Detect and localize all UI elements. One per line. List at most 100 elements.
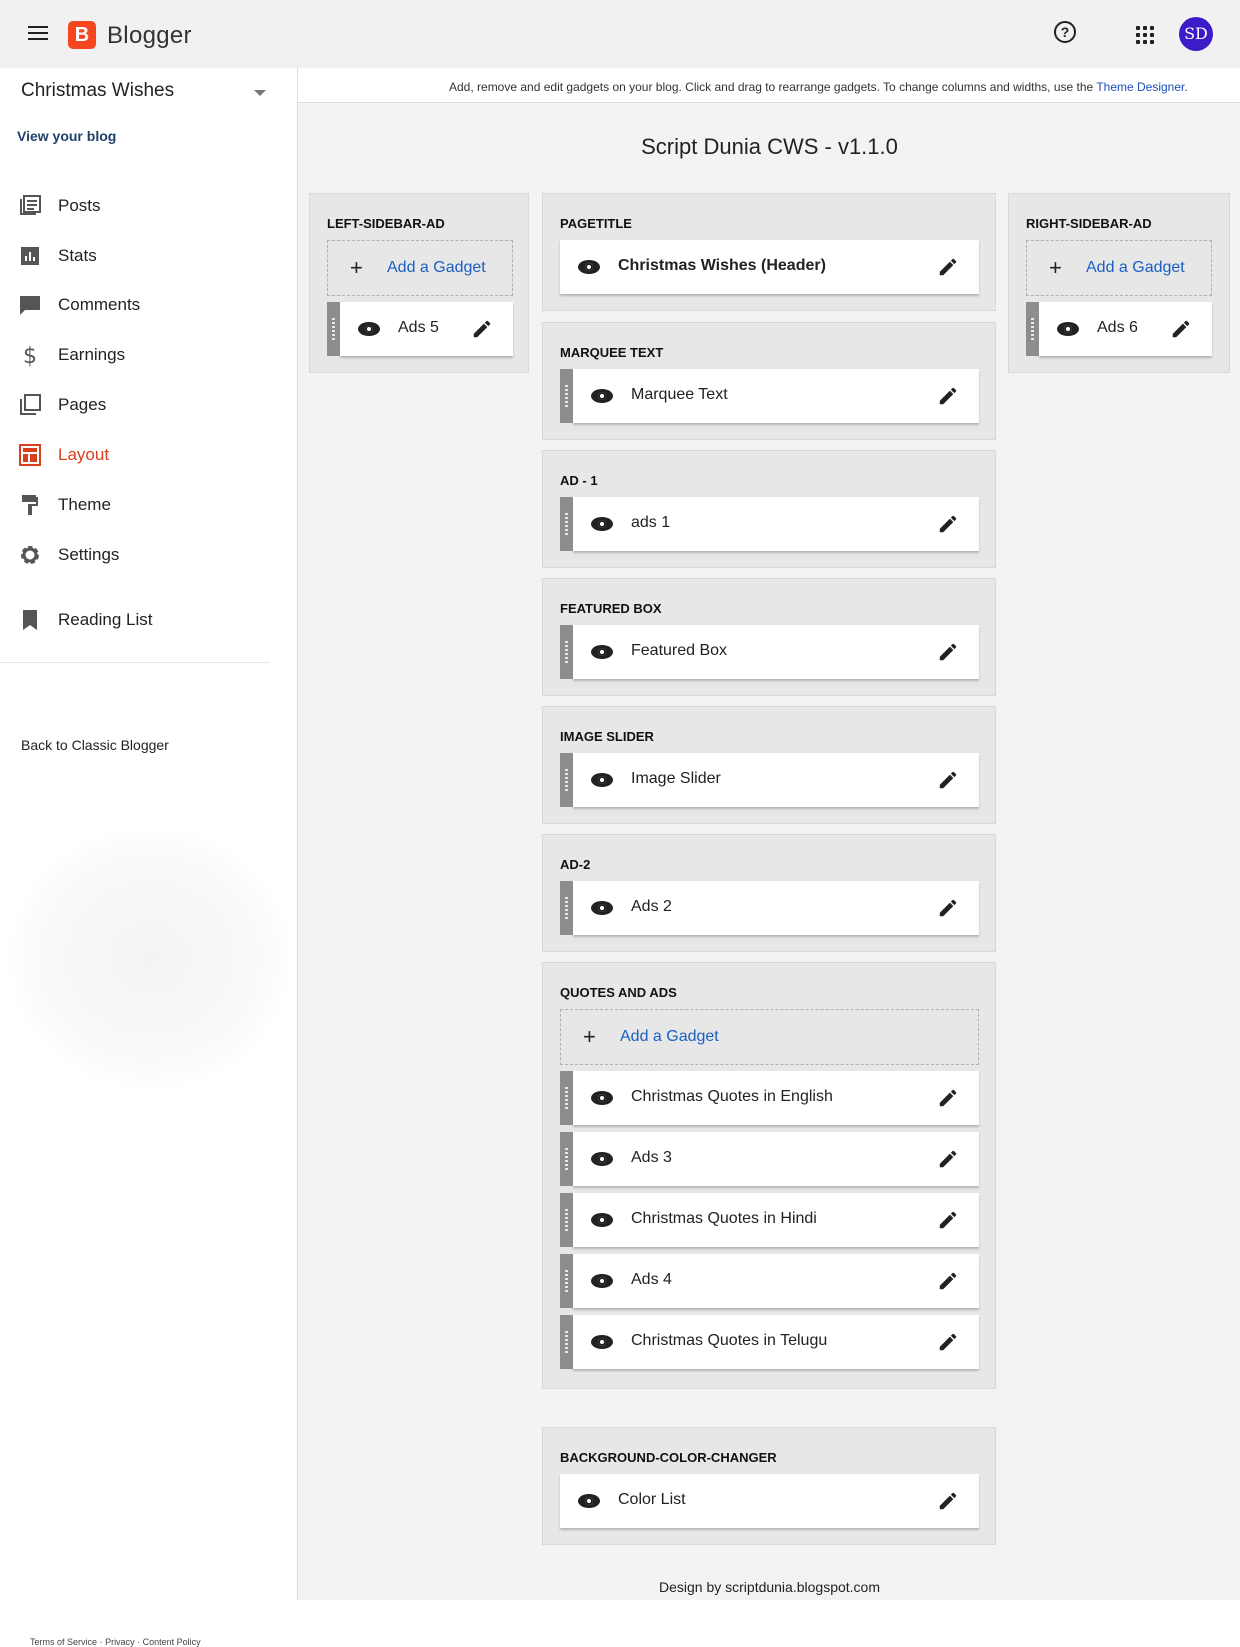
drag-handle[interactable] — [560, 1193, 573, 1247]
gadget-name: Ads 5 — [398, 319, 439, 336]
gadget-ads-5[interactable]: Ads 5 — [327, 302, 513, 356]
gadget-marquee-text[interactable]: Marquee Text — [560, 369, 979, 423]
gadget-image-slider[interactable]: Image Slider — [560, 753, 979, 807]
drag-handle[interactable] — [327, 302, 340, 356]
edit-pencil-icon[interactable] — [937, 256, 959, 278]
drag-handle[interactable] — [1026, 302, 1039, 356]
chevron-down-icon[interactable] — [254, 90, 266, 96]
privacy-link[interactable]: Privacy — [105, 1637, 135, 1647]
drag-handle[interactable] — [560, 881, 573, 935]
info-text: Add, remove and edit gadgets on your blo… — [449, 80, 1188, 94]
app-name[interactable]: Blogger — [107, 22, 192, 50]
plus-icon: + — [1049, 255, 1062, 280]
blogger-logo-icon[interactable]: B — [68, 21, 96, 49]
edit-pencil-icon[interactable] — [937, 385, 959, 407]
gadget-quotes-english[interactable]: Christmas Quotes in English — [560, 1071, 979, 1125]
edit-pencil-icon[interactable] — [937, 897, 959, 919]
footer-separator: · — [137, 1637, 141, 1647]
gadget-color-list[interactable]: Color List — [560, 1474, 979, 1528]
sidebar-item-posts[interactable]: Posts — [18, 191, 278, 221]
edit-pencil-icon[interactable] — [937, 1148, 959, 1170]
plus-icon: + — [583, 1024, 596, 1049]
info-period: . — [1184, 80, 1188, 94]
apps-grid-icon[interactable] — [1136, 26, 1154, 44]
drag-handle[interactable] — [560, 369, 573, 423]
add-gadget-label: Add a Gadget — [1086, 259, 1185, 276]
blog-selector[interactable]: Christmas Wishes — [21, 80, 174, 102]
terms-link[interactable]: Terms of Service — [30, 1637, 97, 1647]
avatar[interactable]: SD — [1179, 17, 1213, 51]
eye-icon[interactable] — [591, 901, 613, 915]
drag-handle[interactable] — [560, 497, 573, 551]
add-gadget-button[interactable]: + Add a Gadget — [1026, 240, 1212, 296]
eye-icon[interactable] — [591, 1274, 613, 1288]
gadget-header[interactable]: Christmas Wishes (Header) — [560, 240, 979, 294]
edit-pencil-icon[interactable] — [937, 513, 959, 535]
footer-links: Terms of Service · Privacy · Content Pol… — [30, 1637, 201, 1647]
eye-icon[interactable] — [591, 1152, 613, 1166]
eye-icon[interactable] — [1057, 322, 1079, 336]
sidebar-item-layout[interactable]: Layout — [18, 440, 278, 470]
add-gadget-label: Add a Gadget — [387, 259, 486, 276]
edit-pencil-icon[interactable] — [1170, 318, 1192, 340]
theme-designer-link[interactable]: Theme Designer — [1096, 80, 1184, 94]
help-icon[interactable]: ? — [1054, 21, 1076, 43]
section-title: LEFT-SIDEBAR-AD — [327, 216, 445, 231]
section-background-color-changer: BACKGROUND-COLOR-CHANGER Color List — [542, 1427, 996, 1545]
drag-handle[interactable] — [560, 1132, 573, 1186]
gadget-name: Christmas Quotes in Telugu — [631, 1332, 828, 1349]
sidebar-item-reading-list[interactable]: Reading List — [18, 605, 278, 635]
eye-icon[interactable] — [578, 260, 600, 274]
edit-pencil-icon[interactable] — [937, 1331, 959, 1353]
edit-pencil-icon[interactable] — [937, 1087, 959, 1109]
edit-pencil-icon[interactable] — [937, 1270, 959, 1292]
eye-icon[interactable] — [591, 773, 613, 787]
edit-pencil-icon[interactable] — [937, 641, 959, 663]
sidebar-item-comments[interactable]: Comments — [18, 290, 278, 320]
edit-pencil-icon[interactable] — [937, 1209, 959, 1231]
gadget-featured-box[interactable]: Featured Box — [560, 625, 979, 679]
drag-handle[interactable] — [560, 753, 573, 807]
eye-icon[interactable] — [358, 322, 380, 336]
eye-icon[interactable] — [591, 517, 613, 531]
add-gadget-button[interactable]: + Add a Gadget — [560, 1009, 979, 1065]
dollar-icon: $ — [18, 343, 42, 369]
eye-icon[interactable] — [578, 1494, 600, 1508]
eye-icon[interactable] — [591, 389, 613, 403]
eye-icon[interactable] — [591, 1213, 613, 1227]
add-gadget-button[interactable]: + Add a Gadget — [327, 240, 513, 296]
sidebar-item-pages[interactable]: Pages — [18, 390, 278, 420]
gadget-ads-6[interactable]: Ads 6 — [1026, 302, 1212, 356]
sidebar-item-settings[interactable]: Settings — [18, 540, 278, 570]
sidebar-item-earnings[interactable]: $ Earnings — [18, 340, 278, 370]
drag-handle[interactable] — [560, 1315, 573, 1369]
section-image-slider: IMAGE SLIDER Image Slider — [542, 706, 996, 824]
gadget-ads-2[interactable]: Ads 2 — [560, 881, 979, 935]
eye-icon[interactable] — [591, 1335, 613, 1349]
gadget-ads-4[interactable]: Ads 4 — [560, 1254, 979, 1308]
back-to-classic-link[interactable]: Back to Classic Blogger — [21, 737, 169, 753]
eye-icon[interactable] — [591, 1091, 613, 1105]
section-title: MARQUEE TEXT — [560, 345, 664, 360]
watermark-image — [10, 828, 290, 1088]
gadget-quotes-hindi[interactable]: Christmas Quotes in Hindi — [560, 1193, 979, 1247]
content-policy-link[interactable]: Content Policy — [143, 1637, 201, 1647]
gadget-ads-1[interactable]: ads 1 — [560, 497, 979, 551]
drag-handle[interactable] — [560, 1254, 573, 1308]
gadget-ads-3[interactable]: Ads 3 — [560, 1132, 979, 1186]
edit-pencil-icon[interactable] — [471, 318, 493, 340]
section-quotes-and-ads: QUOTES AND ADS + Add a Gadget Christmas … — [542, 962, 996, 1389]
sidebar-item-theme[interactable]: Theme — [18, 490, 278, 520]
drag-handle[interactable] — [560, 1071, 573, 1125]
edit-pencil-icon[interactable] — [937, 769, 959, 791]
edit-pencil-icon[interactable] — [937, 1490, 959, 1512]
bookmark-icon — [18, 608, 42, 632]
view-blog-link[interactable]: View your blog — [17, 128, 116, 144]
drag-handle[interactable] — [560, 625, 573, 679]
sidebar-divider — [0, 662, 270, 663]
template-title: Script Dunia CWS - v1.1.0 — [641, 134, 898, 159]
gadget-quotes-telugu[interactable]: Christmas Quotes in Telugu — [560, 1315, 979, 1369]
sidebar-item-stats[interactable]: Stats — [18, 241, 278, 271]
eye-icon[interactable] — [591, 645, 613, 659]
menu-icon[interactable] — [28, 26, 48, 42]
